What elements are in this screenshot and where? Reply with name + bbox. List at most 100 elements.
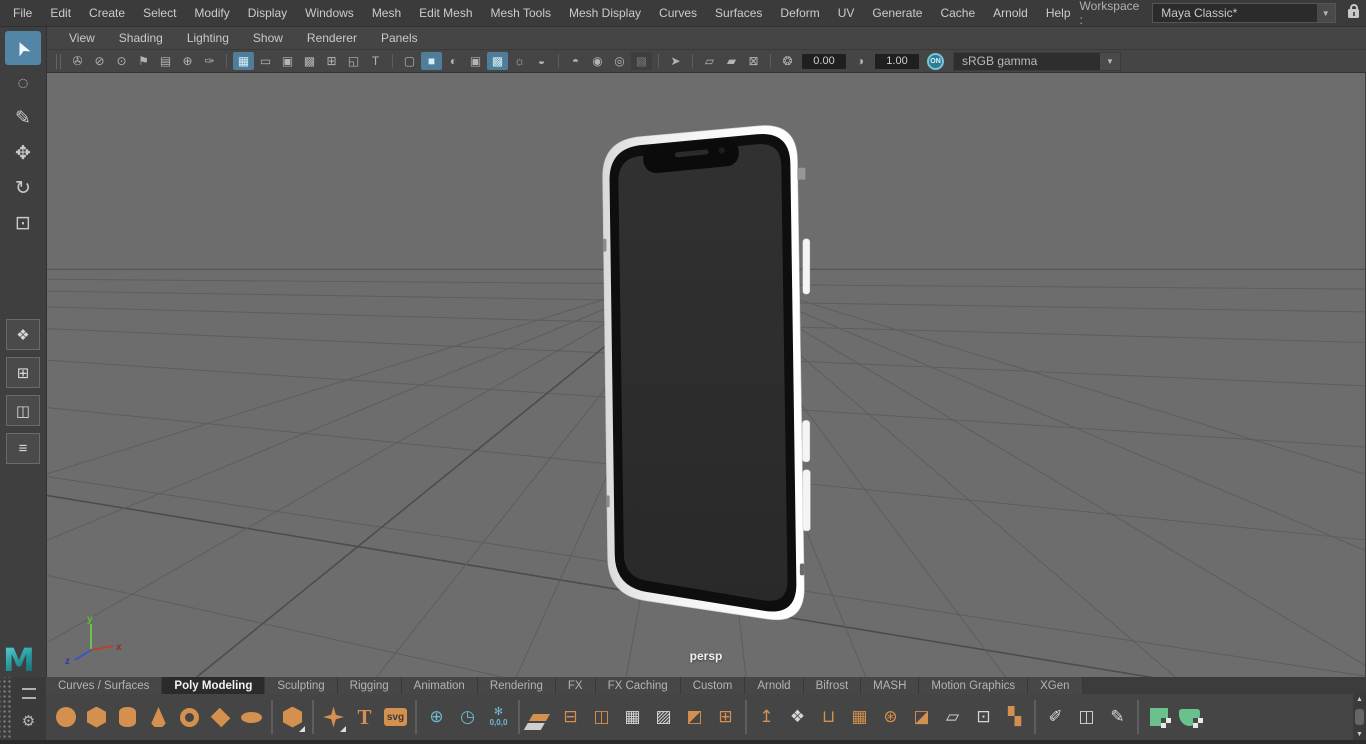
bridge-icon[interactable]: ⊔ xyxy=(813,697,844,737)
shelf-tab-animation[interactable]: Animation xyxy=(401,677,478,694)
contrast-field[interactable]: 1.00 xyxy=(875,53,919,69)
poly-cone-icon[interactable] xyxy=(143,697,174,737)
shelf-menu-icon[interactable] xyxy=(21,688,36,700)
lock-camera-icon[interactable]: ⊘ xyxy=(89,52,110,70)
panel-menu-show[interactable]: Show xyxy=(241,31,295,45)
gate-mask-icon[interactable]: ▩ xyxy=(299,52,320,70)
panel-menu-renderer[interactable]: Renderer xyxy=(295,31,369,45)
sweep-mesh-icon[interactable] xyxy=(318,697,349,737)
panel-menu-view[interactable]: View xyxy=(57,31,107,45)
bookmark-icon[interactable]: ⚑ xyxy=(133,52,154,70)
menu-windows[interactable]: Windows xyxy=(296,0,363,26)
menu-cache[interactable]: Cache xyxy=(931,0,984,26)
quadrangulate-icon[interactable]: ⊞ xyxy=(710,697,741,737)
menu-deform[interactable]: Deform xyxy=(771,0,828,26)
scale-tool[interactable]: ⊡ xyxy=(5,206,41,240)
shelf-tab-xgen[interactable]: XGen xyxy=(1028,677,1083,694)
insert-edge-loop-icon[interactable]: ◫ xyxy=(1071,697,1102,737)
workspace-dropdown[interactable]: Maya Classic* ▼ xyxy=(1152,3,1336,23)
toolbar-drag-handle[interactable] xyxy=(56,53,61,69)
isolate-select-icon[interactable]: ➤ xyxy=(665,52,686,70)
textured-icon[interactable]: ▩ xyxy=(487,52,508,70)
menu-create[interactable]: Create xyxy=(80,0,134,26)
append-facet-icon[interactable]: ▚ xyxy=(999,697,1030,737)
menu-generate[interactable]: Generate xyxy=(863,0,931,26)
exposure-field[interactable]: 0.00 xyxy=(802,53,846,69)
mirror-icon[interactable]: ◫ xyxy=(586,697,617,737)
gamma-dropdown[interactable]: sRGB gamma ▼ xyxy=(953,51,1121,71)
shelf-tab-mash[interactable]: MASH xyxy=(861,677,920,694)
shelf-tab-custom[interactable]: Custom xyxy=(680,677,746,694)
separate-icon[interactable]: ⊟ xyxy=(555,697,586,737)
xray-joints-icon[interactable]: ⊠ xyxy=(743,52,764,70)
image-plane-icon[interactable]: ▤ xyxy=(155,52,176,70)
menu-display[interactable]: Display xyxy=(239,0,296,26)
outliner-layout[interactable]: ≡ xyxy=(6,433,40,464)
four-pane-layout[interactable]: ⊞ xyxy=(6,357,40,388)
reduce-icon[interactable]: ▨ xyxy=(648,697,679,737)
exposure-icon[interactable]: ❂ xyxy=(777,52,798,70)
combine-icon[interactable] xyxy=(524,697,555,737)
xray-icon[interactable]: ▱ xyxy=(699,52,720,70)
gamma-on-toggle[interactable]: ON xyxy=(927,52,944,70)
menu-mesh-tools[interactable]: Mesh Tools xyxy=(482,0,560,26)
shelf-scrollbar[interactable]: ▲ ▼ xyxy=(1353,694,1366,740)
poly-cube-icon[interactable] xyxy=(81,697,112,737)
shelf-tab-arnold[interactable]: Arnold xyxy=(745,677,804,694)
textured-shaded-icon[interactable]: ◐ xyxy=(443,52,464,70)
shelf-tab-fx[interactable]: FX xyxy=(555,677,596,694)
phone-model[interactable] xyxy=(602,125,811,621)
wireframe-on-shaded-icon[interactable]: ▣ xyxy=(465,52,486,70)
grease-pencil-icon[interactable]: ✑ xyxy=(199,52,220,70)
project-curve-icon[interactable]: ◪ xyxy=(906,697,937,737)
two-pane-layout[interactable]: ◫ xyxy=(6,395,40,426)
scroll-up-icon[interactable]: ▲ xyxy=(1356,696,1363,703)
menu-curves[interactable]: Curves xyxy=(650,0,706,26)
single-pane-layout[interactable]: ❖ xyxy=(6,319,40,350)
contrast-icon[interactable]: ◑ xyxy=(850,52,871,70)
bevel-icon[interactable]: ❖ xyxy=(782,697,813,737)
select-tool[interactable]: ➤ xyxy=(5,31,41,65)
poly-cylinder-icon[interactable] xyxy=(112,697,143,737)
paint-select-tool[interactable]: ✎ xyxy=(5,101,41,135)
svg-icon[interactable]: svg xyxy=(380,697,411,737)
ambient-occlusion-icon[interactable]: ◓ xyxy=(565,52,586,70)
motion-blur-icon[interactable]: ◉ xyxy=(587,52,608,70)
menu-mesh[interactable]: Mesh xyxy=(363,0,410,26)
select-camera-icon[interactable]: ✇ xyxy=(67,52,88,70)
field-chart-icon[interactable]: ⊞ xyxy=(321,52,342,70)
multi-cut-icon[interactable]: ✎ xyxy=(1102,697,1133,737)
platonic-solid-icon[interactable] xyxy=(277,697,308,737)
duplicate-face-icon[interactable]: ▱ xyxy=(937,697,968,737)
assign-lambert-material-icon[interactable] xyxy=(1143,697,1174,737)
poly-torus-icon[interactable] xyxy=(174,697,205,737)
grid-icon[interactable]: ▦ xyxy=(233,52,254,70)
circularize-icon[interactable]: ⊛ xyxy=(875,697,906,737)
xray-active-icon[interactable]: ▰ xyxy=(721,52,742,70)
menu-file[interactable]: File xyxy=(4,0,41,26)
smooth-icon[interactable]: ▦ xyxy=(617,697,648,737)
panel-menu-panels[interactable]: Panels xyxy=(369,31,430,45)
freeze-transform-icon[interactable]: ✻ 0,0,0 xyxy=(483,697,514,737)
shelf-drag-handle[interactable] xyxy=(0,677,11,740)
shelf-tab-fx-caching[interactable]: FX Caching xyxy=(595,677,681,694)
delete-history-icon[interactable]: ◷ xyxy=(452,697,483,737)
extrude-icon[interactable]: ↥ xyxy=(751,697,782,737)
two-d-pan-zoom-icon[interactable]: ⊕ xyxy=(177,52,198,70)
poly-disc-icon[interactable] xyxy=(236,697,267,737)
center-pivot-icon[interactable]: ⊕ xyxy=(421,697,452,737)
shelf-tab-curves-surfaces[interactable]: Curves / Surfaces xyxy=(46,677,163,694)
menu-mesh-display[interactable]: Mesh Display xyxy=(560,0,650,26)
shelf-tab-rigging[interactable]: Rigging xyxy=(337,677,402,694)
shelf-tab-rendering[interactable]: Rendering xyxy=(477,677,556,694)
lasso-tool[interactable]: ◌ xyxy=(5,66,41,100)
menu-modify[interactable]: Modify xyxy=(185,0,238,26)
camera-attributes-icon[interactable]: ⊙ xyxy=(111,52,132,70)
quad-draw-icon[interactable]: ✐ xyxy=(1040,697,1071,737)
depth-of-field-icon[interactable]: ▩ xyxy=(631,52,652,70)
panel-menu-lighting[interactable]: Lighting xyxy=(175,31,241,45)
shelf-tab-sculpting[interactable]: Sculpting xyxy=(265,677,338,694)
add-divisions-icon[interactable]: ▦ xyxy=(844,697,875,737)
shelf-tab-bifrost[interactable]: Bifrost xyxy=(803,677,862,694)
multi-cut-center-icon[interactable]: ⊡ xyxy=(968,697,999,737)
